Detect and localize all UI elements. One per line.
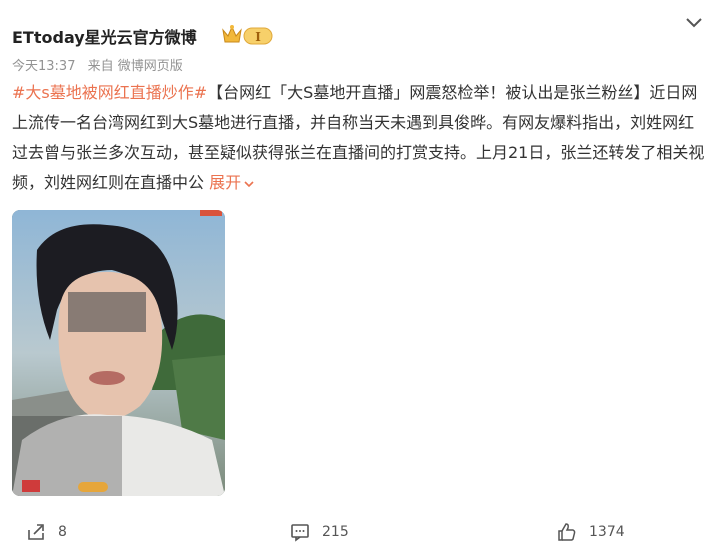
comment-button[interactable]: 215 xyxy=(290,522,349,542)
expand-link[interactable]: 展开 xyxy=(209,173,255,192)
author-name[interactable]: ETtoday星光云官方微博 xyxy=(12,24,197,48)
repost-count: 8 xyxy=(58,524,67,540)
post-header: ETtoday星光云官方微博 I xyxy=(12,18,708,50)
vip-level: I xyxy=(255,30,261,44)
video-thumbnail[interactable] xyxy=(12,210,225,496)
topic-link[interactable]: #大s墓地被网红直播炒作# xyxy=(12,83,207,102)
action-bar: 8 215 1374 xyxy=(0,520,720,546)
vip-crown-icon: I xyxy=(222,25,273,45)
vip-badge[interactable]: I xyxy=(220,22,276,48)
comment-icon xyxy=(291,524,309,542)
like-button[interactable]: 1374 xyxy=(557,522,625,542)
repost-button[interactable]: 8 xyxy=(26,522,67,542)
like-count: 1374 xyxy=(589,524,625,540)
post-source: 来自 微博网页版 xyxy=(87,59,183,74)
repost-icon xyxy=(28,524,44,540)
chevron-down-icon xyxy=(244,180,254,187)
post-text: #大s墓地被网红直播炒作#【台网红「大S墓地开直播」网震怒检举！被认出是张兰粉丝… xyxy=(12,78,710,198)
post-meta: 今天13:37 来自 微博网页版 xyxy=(12,55,183,74)
comment-count: 215 xyxy=(322,524,349,540)
video-frame-image xyxy=(12,210,225,496)
post-time[interactable]: 今天13:37 xyxy=(12,59,75,74)
like-icon xyxy=(558,523,576,541)
chevron-down-icon[interactable] xyxy=(684,12,704,32)
